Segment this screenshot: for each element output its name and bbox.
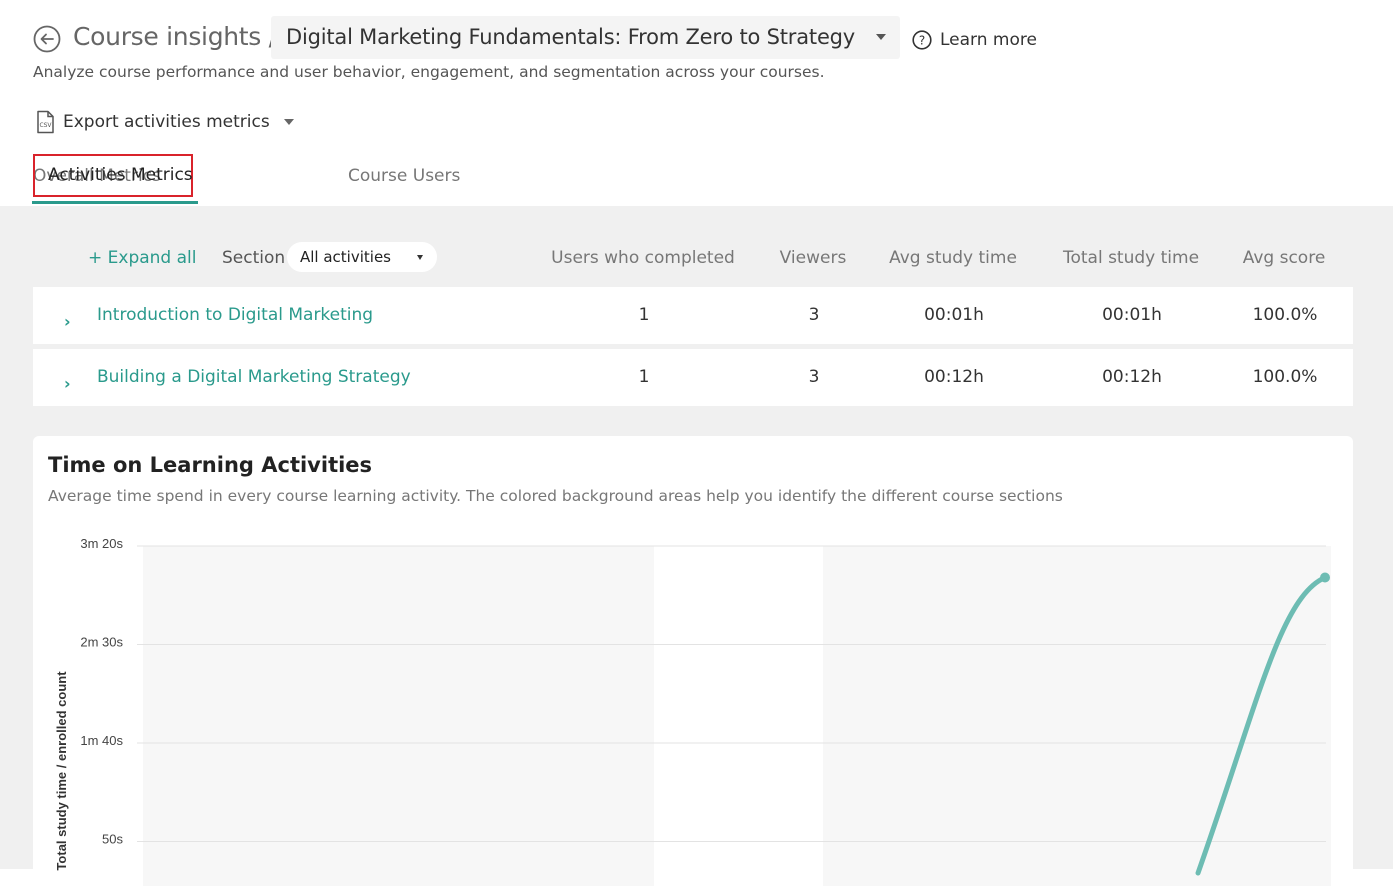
cell-avg-score: 100.0% [1252,367,1318,387]
section-band [823,546,1331,886]
chevron-down-icon [417,255,423,260]
chart-title: Time on Learning Activities [48,453,373,477]
y-axis-label: Total study time / enrolled count [54,671,69,871]
time-chart: 3m 20s 2m 30s 1m 40s 50s Total study time / … [54,536,1331,886]
cell-viewers: 3 [808,305,820,325]
table-row[interactable]: › Building a Digital Marketing Strategy … [33,349,1353,406]
chevron-down-icon [876,34,886,40]
cell-total-study-time: 00:01h [1102,305,1162,325]
cell-users-completed: 1 [638,305,650,325]
column-header-total-study-time: Total study time [1062,248,1200,268]
column-header-avg-score: Avg score [1242,248,1326,268]
column-header-avg-study-time: Avg study time [889,248,1017,268]
section-name[interactable]: Introduction to Digital Marketing [97,305,373,325]
cell-avg-score: 100.0% [1252,305,1318,325]
table-row[interactable]: › Introduction to Digital Marketing 1 3 … [33,287,1353,344]
page-title: Course insights / [73,22,277,51]
learn-more-link[interactable]: ? Learn more [912,28,1037,52]
section-select-value: All activities [300,248,391,266]
tab-course-users[interactable]: Course Users [348,166,460,186]
page-header: Course insights / Digital Marketing Fund… [0,0,1393,207]
back-arrow-icon[interactable] [33,25,61,53]
main-content: + Expand all Section All activities User… [0,206,1393,886]
expand-all-button[interactable]: + Expand all [88,248,197,268]
tab-activities-metrics[interactable]: Activities Metrics [32,154,198,206]
export-label: Export activities metrics [63,112,270,132]
export-button[interactable]: CSV Export activities metrics [35,110,294,134]
cell-viewers: 3 [808,367,820,387]
svg-text:?: ? [919,34,925,48]
y-tick-label: 2m 30s [80,635,123,650]
tab-label: Activities Metrics [48,165,193,185]
csv-file-icon: CSV [37,110,54,134]
column-header-viewers: Viewers [779,248,847,268]
chevron-right-icon[interactable]: › [64,374,71,393]
section-band [654,546,823,886]
active-tab-indicator [32,201,198,204]
time-on-activities-card: Time on Learning Activities Average time… [33,436,1353,886]
page-subtitle: Analyze course performance and user beha… [33,63,825,81]
section-select[interactable]: All activities [287,242,437,272]
svg-text:CSV: CSV [39,122,52,129]
course-select[interactable]: Digital Marketing Fundamentals: From Zer… [271,16,900,59]
course-select-value: Digital Marketing Fundamentals: From Zer… [286,25,856,49]
y-tick-label: 1m 40s [80,733,123,748]
help-icon: ? [912,30,932,50]
y-tick-label: 50s [102,832,123,847]
chart-subtitle: Average time spend in every course learn… [48,487,1063,505]
learn-more-label: Learn more [940,30,1037,50]
y-tick-label: 3m 20s [80,536,123,551]
section-band [143,546,654,886]
cell-avg-study-time: 00:12h [924,367,984,387]
table-header: + Expand all Section All activities User… [0,240,1393,276]
chevron-right-icon[interactable]: › [64,312,71,331]
chevron-down-icon [283,119,294,125]
section-label: Section [222,248,286,268]
cell-total-study-time: 00:12h [1102,367,1162,387]
section-name[interactable]: Building a Digital Marketing Strategy [97,367,411,387]
data-point [1320,572,1330,583]
tab-bar: Overall Metrics Activities Metrics Cours… [32,154,460,206]
cell-avg-study-time: 00:01h [924,305,984,325]
cell-users-completed: 1 [638,367,650,387]
column-header-users-completed: Users who completed [551,248,735,268]
